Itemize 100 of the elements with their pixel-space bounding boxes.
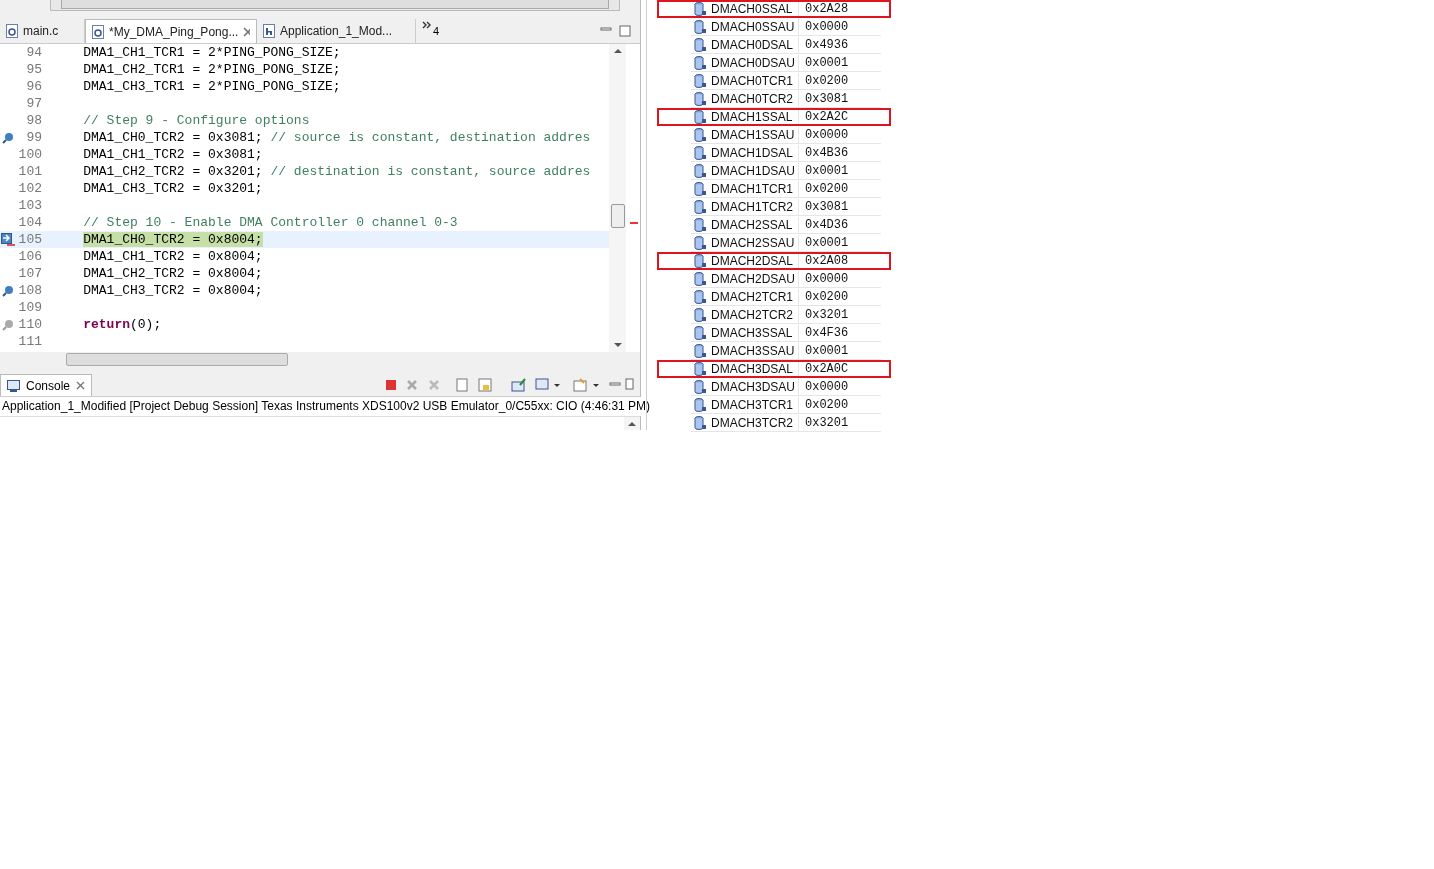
register-name: DMACH2SSAU [711,234,799,252]
register-icon [694,272,706,286]
register-row[interactable]: DMACH0SSAL 0x2A28 [657,0,891,18]
line-number: 96 [25,78,43,95]
breakpoint-icon[interactable] [2,131,14,144]
line-number: 97 [25,95,43,112]
line-number: 104 [17,214,43,231]
line-number: 100 [17,146,43,163]
editor-tab[interactable]: *My_DMA_Ping_Pong... [85,19,257,43]
register-icon [694,164,706,178]
up-arrow-icon[interactable] [628,421,636,427]
register-name: DMACH3DSAU [711,378,799,396]
register-name: DMACH2TCR1 [711,288,799,306]
register-value: 0x0200 [804,74,849,88]
register-name: DMACH2SSAL [711,216,799,234]
console-tab[interactable]: Console [0,374,93,396]
close-icon[interactable] [76,381,86,390]
line-number: 110 [17,316,43,333]
register-icon [694,56,706,70]
register-icon [694,38,706,52]
register-name: DMACH1SSAU [711,126,799,144]
line-number: 109 [17,299,43,316]
register-row[interactable]: DMACH3DSAL 0x2A0C [657,360,891,378]
register-icon [694,398,706,412]
line-number: 94 [25,44,43,61]
register-value: 0x3081 [804,200,849,214]
register-value: 0x4F36 [804,326,849,340]
register-name: DMACH3TCR2 [711,414,799,432]
console-toolbar-icons[interactable] [384,377,634,393]
up-arrow-icon[interactable] [613,48,622,54]
register-name: DMACH1DSAU [711,162,799,180]
editor-tab[interactable]: Application_1_Mod... [257,19,416,43]
register-value: 0x0001 [804,236,849,250]
breakpoint-icon[interactable] [2,284,14,297]
code-line: return(0); [82,316,162,333]
line-number: 103 [17,197,43,214]
register-value: 0x4936 [804,38,849,52]
register-value: 0x0001 [804,164,849,178]
register-name: DMACH1DSAL [711,144,799,162]
console-icon [7,379,20,392]
code-line: DMA1_CH1_TCR2 = 0x3081; [82,146,263,163]
code-line: DMA1_CH3_TCR2 = 0x3201; [82,180,263,197]
register-value: 0x2A2C [804,110,849,124]
register-icon [694,20,706,34]
error-marker[interactable] [630,222,638,224]
register-icon [694,2,706,16]
register-value: 0x0000 [804,272,849,286]
register-value: 0x0200 [804,182,849,196]
register-value: 0x2A28 [804,2,849,16]
close-icon[interactable] [243,26,250,37]
line-number: 111 [17,333,43,350]
console-session-label: Application_1_Modified [Project Debug Session] Texas Instruments XDS100v2 USB Emulator_0/C55xx: CIO (4:46:31 PM) [0,397,653,416]
register-name: DMACH3TCR1 [711,396,799,414]
tab-overflow-button[interactable]: 4 [416,19,446,43]
horizontal-scrollbar[interactable] [50,0,620,11]
register-name: DMACH0TCR1 [711,72,799,90]
register-name: DMACH3SSAU [711,342,799,360]
register-icon [694,254,706,268]
code-line: DMA1_CH0_TCR2 = 0x3081; // source is constant, destination addres [82,129,591,146]
register-value: 0x2A0C [804,362,849,376]
line-number: 98 [25,112,43,129]
register-name: DMACH2TCR2 [711,306,799,324]
line-number: 95 [25,61,43,78]
register-value: 0x3201 [804,416,849,430]
register-value: 0x0000 [804,20,849,34]
register-icon [694,290,706,304]
register-value: 0x0001 [804,56,849,70]
register-icon [694,182,706,196]
register-name: DMACH1SSAL [711,108,799,126]
vertical-scrollbar[interactable] [609,44,626,352]
code-line: DMA1_CH2_TCR2 = 0x3201; // destination is constant, source addres [82,163,591,180]
register-icon [694,344,706,358]
register-value: 0x0000 [804,128,849,142]
code-line: DMA1_CH2_TCR1 = 2*PING_PONG_SIZE; [82,61,341,78]
register-icon [694,416,706,430]
line-number: 99 [25,129,43,146]
register-name: DMACH0DSAU [711,54,799,72]
code-line: DMA1_CH3_TCR2 = 0x8004; [82,282,263,299]
register-value: 0x0200 [804,290,849,304]
register-name: DMACH0DSAL [711,36,799,54]
scrollbar-thumb[interactable] [610,204,625,228]
line-number: 101 [17,163,43,180]
chevron-icon [422,21,432,29]
minimize-maximize-icons[interactable] [600,25,634,37]
line-number: 108 [17,282,43,299]
register-name: DMACH1TCR2 [711,198,799,216]
register-icon [694,380,706,394]
register-name: DMACH3DSAL [711,360,799,378]
code-line: DMA1_CH1_TCR1 = 2*PING_PONG_SIZE; [82,44,341,61]
code-line: // Step 10 - Enable DMA Controller 0 channel 0-3 [82,214,458,231]
register-row[interactable]: DMACH2DSAL 0x2A08 [657,252,891,270]
code-line: // Step 9 - Configure options [82,112,310,129]
register-name: DMACH2DSAL [711,252,799,270]
register-value: 0x2A08 [804,254,849,268]
register-value: 0x0001 [804,344,849,358]
register-icon [694,146,706,160]
vertical-scrollbar[interactable] [624,417,640,430]
line-number: 102 [17,180,43,197]
register-row[interactable]: DMACH1SSAL 0x2A2C [657,108,891,126]
down-arrow-icon[interactable] [613,342,622,348]
